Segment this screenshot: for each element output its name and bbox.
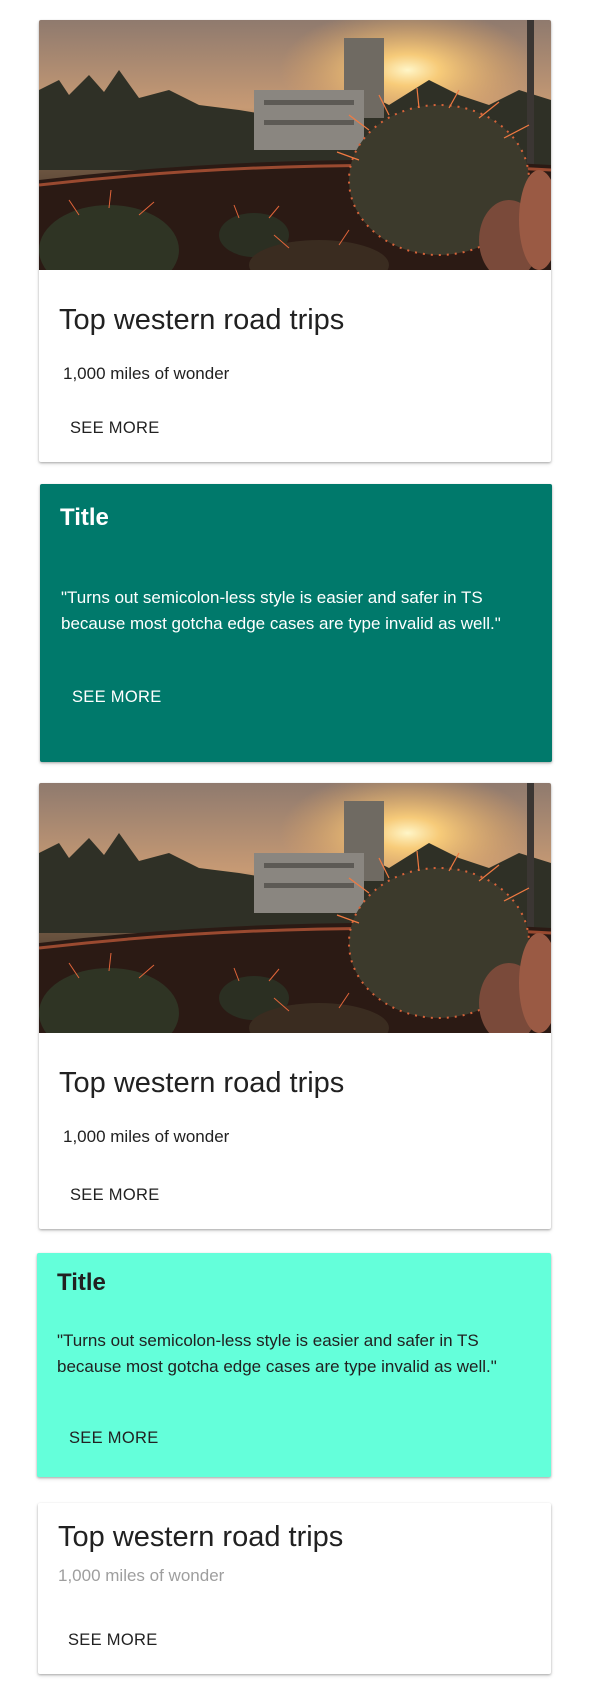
card-title: Title [57, 1269, 106, 1296]
cards-page: Top western road trips 1,000 miles of wo… [0, 0, 589, 1705]
card-text: "Turns out semicolon-less style is easie… [61, 588, 501, 633]
sunset-cactus-image [39, 20, 551, 270]
aqua-card: Title "Turns out semicolon-less style is… [37, 1253, 551, 1477]
card-title: Top western road trips [59, 1067, 345, 1099]
media-card: Top western road trips 1,000 miles of wo… [39, 20, 551, 462]
card-subtitle: 1,000 miles of wonder [63, 364, 230, 383]
card-title: Top western road trips [58, 1521, 344, 1553]
sunset-cactus-image [39, 783, 551, 1033]
media-card: Top western road trips 1,000 miles of wo… [39, 783, 551, 1229]
see-more-button[interactable]: SEE MORE [62, 1181, 168, 1210]
card-subtitle: 1,000 miles of wonder [58, 1566, 225, 1585]
card-text: "Turns out semicolon-less style is easie… [57, 1331, 497, 1376]
see-more-button[interactable]: SEE MORE [60, 1626, 166, 1655]
teal-card: Title "Turns out semicolon-less style is… [40, 484, 552, 762]
see-more-button[interactable]: SEE MORE [61, 1424, 167, 1453]
text-card: Top western road trips 1,000 miles of wo… [38, 1503, 551, 1674]
see-more-button[interactable]: SEE MORE [62, 414, 168, 443]
see-more-button[interactable]: SEE MORE [64, 683, 170, 712]
card-subtitle: 1,000 miles of wonder [63, 1127, 230, 1146]
card-title: Title [60, 504, 109, 531]
card-title: Top western road trips [59, 304, 345, 336]
